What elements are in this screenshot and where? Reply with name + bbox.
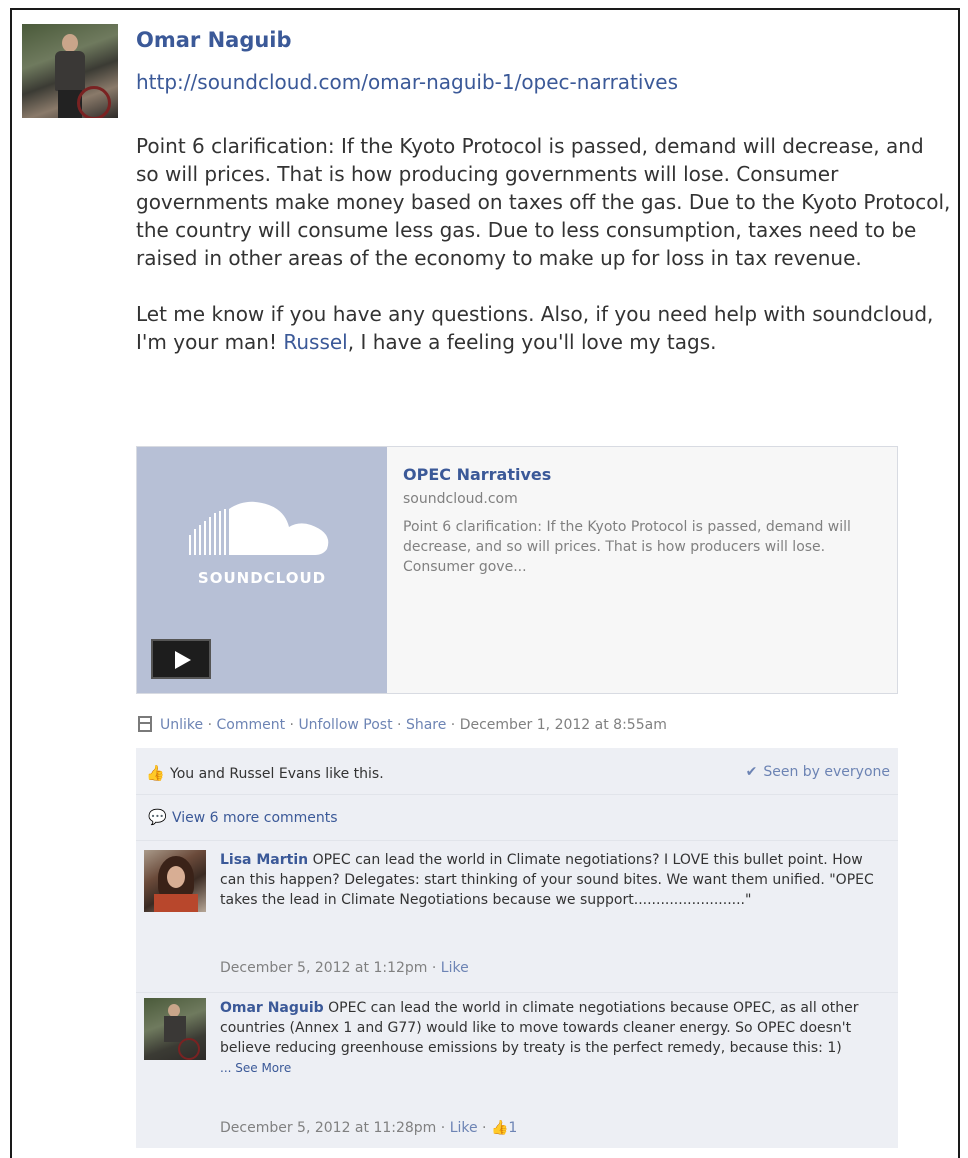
divider	[136, 794, 898, 795]
comment-link[interactable]: Comment	[216, 717, 285, 733]
unfollow-post-link[interactable]: Unfollow Post	[298, 717, 392, 733]
comment-like-link[interactable]: Like	[450, 1120, 478, 1136]
comment-item: Lisa Martin OPEC can lead the world in C…	[144, 850, 894, 986]
separator: ·	[436, 1120, 450, 1136]
mention-link[interactable]: Russel	[283, 330, 347, 354]
view-more-comments-label[interactable]: View 6 more comments	[172, 810, 338, 826]
commenter-name[interactable]: Lisa Martin	[220, 852, 308, 868]
commenter-avatar[interactable]	[144, 998, 206, 1060]
soundcloud-cloud-icon	[189, 501, 329, 555]
author-avatar[interactable]	[22, 24, 118, 118]
post-paragraph-1: Point 6 clarification: If the Kyoto Prot…	[136, 134, 951, 270]
separator: ·	[392, 717, 406, 733]
comment-item: Omar Naguib OPEC can lead the world in c…	[144, 998, 894, 1148]
seen-by-status: ✔ Seen by everyone	[746, 764, 890, 780]
see-more-link[interactable]: ... See More	[220, 1061, 291, 1075]
soundcloud-wordmark: SOUNDCLOUD	[197, 569, 327, 587]
unlike-link[interactable]: Unlike	[160, 717, 203, 733]
view-more-comments[interactable]: 💬 View 6 more comments	[148, 808, 338, 826]
divider	[136, 992, 898, 993]
thumbs-up-icon[interactable]: 👍	[491, 1120, 508, 1136]
seen-text: Seen by everyone	[763, 764, 890, 780]
comment-timestamp[interactable]: December 5, 2012 at 1:12pm	[220, 960, 427, 976]
likes-text[interactable]: You and Russel Evans like this.	[170, 766, 384, 782]
comment-meta: December 5, 2012 at 11:28pm · Like · 👍1	[220, 1120, 517, 1136]
separator: ·	[446, 717, 460, 733]
speech-bubble-icon: 💬	[148, 808, 167, 826]
comment-text: Omar Naguib OPEC can lead the world in c…	[220, 998, 890, 1078]
separator: ·	[203, 717, 217, 733]
separator: ·	[477, 1120, 491, 1136]
post-timestamp[interactable]: December 1, 2012 at 8:55am	[460, 717, 667, 733]
comment-timestamp[interactable]: December 5, 2012 at 11:28pm	[220, 1120, 436, 1136]
checkmark-icon: ✔	[745, 764, 758, 780]
commenter-avatar[interactable]	[144, 850, 206, 912]
comment-meta: December 5, 2012 at 1:12pm · Like	[220, 960, 469, 976]
commenter-name[interactable]: Omar Naguib	[220, 1000, 324, 1016]
comment-body: OPEC can lead the world in Climate negot…	[220, 852, 874, 908]
share-card-title[interactable]: OPEC Narratives	[403, 465, 551, 484]
shared-link-card[interactable]: SOUNDCLOUD OPEC Narratives soundcloud.co…	[136, 446, 898, 694]
post-body: Point 6 clarification: If the Kyoto Prot…	[136, 132, 951, 356]
thumbs-up-icon: 👍	[146, 764, 165, 782]
post-paragraph-2-tail: , I have a feeling you'll love my tags.	[347, 330, 717, 354]
film-icon	[138, 716, 152, 732]
likes-summary: 👍 You and Russel Evans like this.	[146, 764, 384, 782]
post-paragraph-2: Let me know if you have any questions. A…	[136, 300, 951, 356]
play-icon	[175, 651, 191, 669]
share-card-domain: soundcloud.com	[403, 491, 518, 507]
separator: ·	[427, 960, 441, 976]
post-action-bar: Unlike · Comment · Unfollow Post · Share…	[138, 716, 667, 733]
separator: ·	[285, 717, 299, 733]
share-link[interactable]: Share	[406, 717, 446, 733]
feedback-panel: 👍 You and Russel Evans like this. ✔ Seen b…	[136, 748, 898, 1148]
comment-text: Lisa Martin OPEC can lead the world in C…	[220, 850, 890, 910]
share-card-description: Point 6 clarification: If the Kyoto Prot…	[403, 519, 851, 575]
post-author-name[interactable]: Omar Naguib	[136, 28, 292, 52]
comment-like-link[interactable]: Like	[441, 960, 469, 976]
post-url-link[interactable]: http://soundcloud.com/omar-naguib-1/opec…	[136, 70, 678, 94]
play-button[interactable]	[151, 639, 211, 679]
soundcloud-thumbnail[interactable]: SOUNDCLOUD	[137, 447, 387, 693]
divider	[136, 840, 898, 841]
comment-like-count[interactable]: 1	[508, 1120, 517, 1136]
